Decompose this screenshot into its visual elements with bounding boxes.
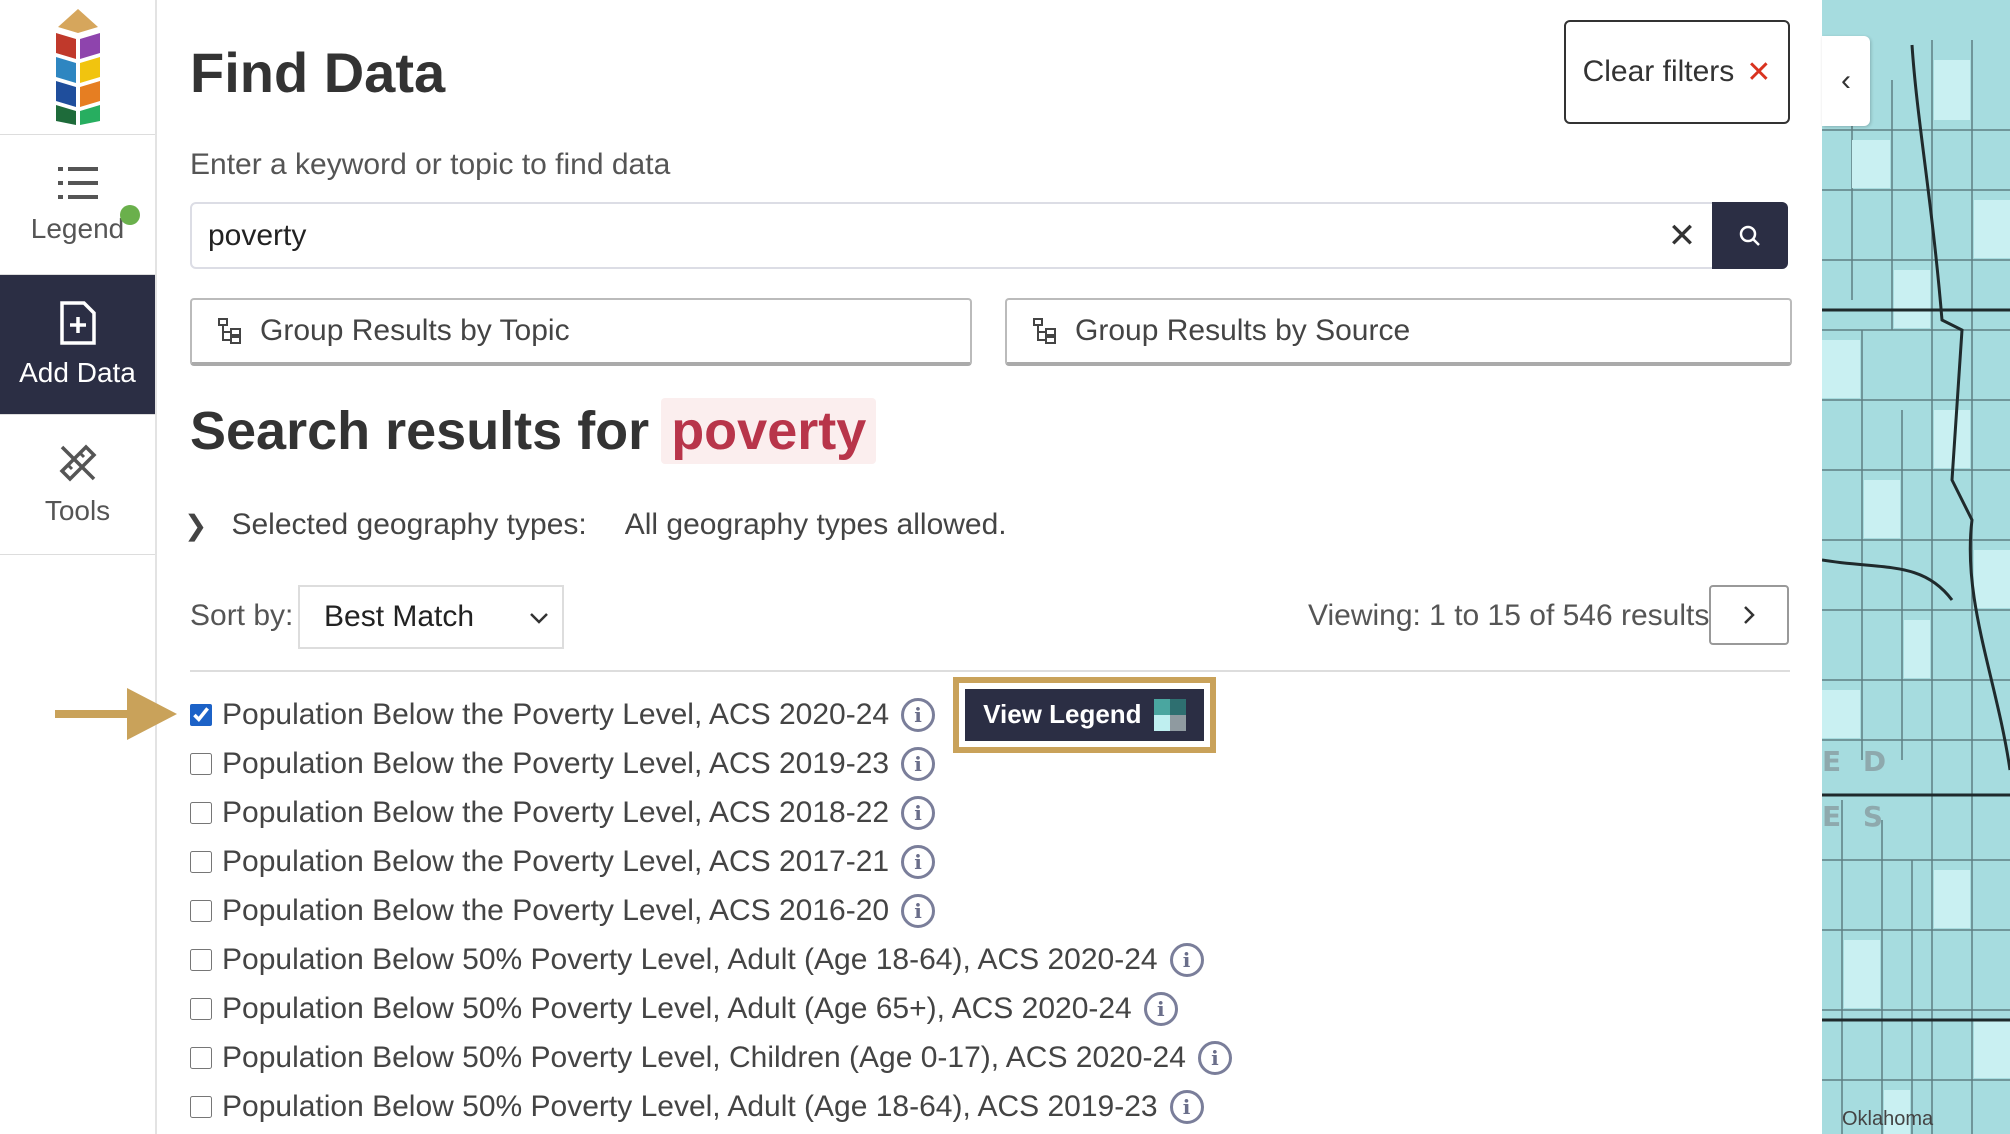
list-item: Population Below 50% Poverty Level, Adul… bbox=[190, 935, 1232, 984]
search-prompt: Enter a keyword or topic to find data bbox=[190, 148, 671, 181]
divider bbox=[190, 670, 1790, 672]
clear-filters-button[interactable]: Clear filters ✕ bbox=[1564, 20, 1790, 124]
close-icon: ✕ bbox=[1746, 55, 1772, 89]
tree-icon bbox=[218, 318, 242, 344]
status-dot bbox=[120, 205, 140, 225]
result-label[interactable]: Population Below the Poverty Level, ACS … bbox=[222, 698, 889, 732]
list-item: Population Below the Poverty Level, ACS … bbox=[190, 886, 1232, 935]
clear-search-icon[interactable]: ✕ bbox=[1652, 216, 1712, 256]
results-heading: Search results for poverty bbox=[190, 398, 877, 464]
annotation-arrow-icon bbox=[55, 688, 177, 740]
info-icon[interactable]: i bbox=[1169, 942, 1204, 977]
next-page-button[interactable] bbox=[1709, 585, 1789, 645]
result-label[interactable]: Population Below the Poverty Level, ACS … bbox=[222, 894, 889, 928]
info-icon[interactable]: i bbox=[901, 746, 936, 781]
add-file-icon bbox=[59, 300, 96, 345]
result-checkbox[interactable] bbox=[190, 850, 212, 873]
search-bar: ✕ bbox=[190, 202, 1788, 269]
sidebar-item-label: Tools bbox=[44, 494, 111, 526]
list-icon bbox=[57, 166, 98, 199]
ruler-pencil-icon bbox=[59, 444, 96, 481]
view-legend-button[interactable]: View Legend bbox=[965, 688, 1204, 741]
chevron-right-icon bbox=[1744, 606, 1755, 624]
chevron-left-icon: ‹ bbox=[1841, 64, 1851, 97]
map-state-label: Oklahoma bbox=[1842, 1108, 1934, 1130]
group-by-source-button[interactable]: Group Results by Source bbox=[1005, 298, 1792, 366]
sidebar: Legend Add Data Tools bbox=[0, 0, 157, 1134]
geography-filter[interactable]: ❯ Selected geography types: All geograph… bbox=[184, 508, 1007, 542]
info-icon[interactable]: i bbox=[901, 893, 936, 928]
sidebar-item-add-data[interactable]: Add Data bbox=[0, 275, 155, 415]
result-label[interactable]: Population Below 50% Poverty Level, Chil… bbox=[222, 1041, 1186, 1075]
group-by-source-label: Group Results by Source bbox=[1075, 314, 1411, 347]
sort-label: Sort by: bbox=[190, 599, 294, 632]
app-logo[interactable] bbox=[0, 0, 155, 135]
group-by-topic-button[interactable]: Group Results by Topic bbox=[190, 298, 972, 366]
result-checkbox[interactable] bbox=[190, 752, 212, 775]
group-by-topic-label: Group Results by Topic bbox=[260, 314, 570, 347]
sort-value: Best Match bbox=[324, 600, 475, 633]
collapse-panel-button[interactable]: ‹ bbox=[1822, 36, 1870, 126]
geo-value: All geography types allowed. bbox=[624, 508, 1007, 541]
results-list: Population Below the Poverty Level, ACS … bbox=[190, 676, 1232, 1131]
page-title: Find Data bbox=[190, 41, 446, 104]
list-item: Population Below the Poverty Level, ACS … bbox=[190, 837, 1232, 886]
find-data-panel: Find Data Clear filters ✕ Enter a keywor… bbox=[184, 0, 1792, 1134]
results-heading-prefix: Search results for bbox=[190, 401, 650, 461]
tree-icon bbox=[1033, 318, 1057, 344]
legend-swatch-icon bbox=[1153, 698, 1186, 731]
view-legend-label: View Legend bbox=[983, 699, 1142, 729]
search-input[interactable] bbox=[192, 204, 1652, 267]
list-item: Population Below the Poverty Level, ACS … bbox=[190, 676, 1232, 753]
logo-icon bbox=[55, 9, 100, 125]
result-checkbox[interactable] bbox=[190, 948, 212, 971]
result-checkbox[interactable] bbox=[190, 703, 212, 726]
result-label[interactable]: Population Below 50% Poverty Level, Adul… bbox=[222, 1090, 1158, 1124]
search-icon bbox=[1739, 225, 1760, 246]
result-label[interactable]: Population Below the Poverty Level, ACS … bbox=[222, 747, 889, 781]
info-icon[interactable]: i bbox=[1143, 991, 1178, 1026]
result-checkbox[interactable] bbox=[190, 1095, 212, 1118]
geo-label: Selected geography types: bbox=[231, 508, 587, 541]
result-checkbox[interactable] bbox=[190, 1046, 212, 1069]
list-item: Population Below 50% Poverty Level, Adul… bbox=[190, 1082, 1232, 1131]
info-icon[interactable]: i bbox=[901, 844, 936, 879]
result-label[interactable]: Population Below the Poverty Level, ACS … bbox=[222, 845, 889, 879]
search-button[interactable] bbox=[1712, 202, 1788, 269]
result-checkbox[interactable] bbox=[190, 801, 212, 824]
info-icon[interactable]: i bbox=[901, 795, 936, 830]
sidebar-item-label: Legend bbox=[30, 212, 125, 244]
query-badge: poverty bbox=[661, 398, 877, 464]
sort-row: Sort by: Best Match Viewing: 1 to 15 of … bbox=[190, 585, 1790, 651]
result-label[interactable]: Population Below the Poverty Level, ACS … bbox=[222, 796, 889, 830]
result-checkbox[interactable] bbox=[190, 997, 212, 1020]
chevron-down-icon bbox=[530, 613, 548, 624]
result-label[interactable]: Population Below 50% Poverty Level, Adul… bbox=[222, 943, 1158, 977]
map-label: E S bbox=[1822, 800, 1890, 833]
result-label[interactable]: Population Below 50% Poverty Level, Adul… bbox=[222, 992, 1132, 1026]
list-item: Population Below 50% Poverty Level, Adul… bbox=[190, 984, 1232, 1033]
result-checkbox[interactable] bbox=[190, 899, 212, 922]
sort-select[interactable]: Best Match bbox=[298, 585, 564, 649]
chevron-right-icon[interactable]: ❯ bbox=[184, 509, 207, 542]
list-item: Population Below 50% Poverty Level, Chil… bbox=[190, 1033, 1232, 1082]
map-view[interactable]: E D E S bbox=[1822, 0, 2010, 1134]
list-item: Population Below the Poverty Level, ACS … bbox=[190, 788, 1232, 837]
sidebar-item-label: Add Data bbox=[19, 356, 136, 388]
sidebar-item-tools[interactable]: Tools bbox=[0, 415, 155, 555]
info-icon[interactable]: i bbox=[1197, 1040, 1232, 1075]
info-icon[interactable]: i bbox=[901, 697, 936, 732]
map-label: E D bbox=[1822, 745, 1893, 778]
clear-filters-label: Clear filters bbox=[1582, 55, 1735, 88]
legend-highlight: View Legend bbox=[953, 676, 1216, 753]
county-map bbox=[1822, 40, 2010, 1134]
results-count: Viewing: 1 to 15 of 546 results bbox=[1308, 599, 1710, 632]
info-icon[interactable]: i bbox=[1169, 1089, 1204, 1124]
sidebar-item-legend[interactable]: Legend bbox=[0, 135, 155, 275]
